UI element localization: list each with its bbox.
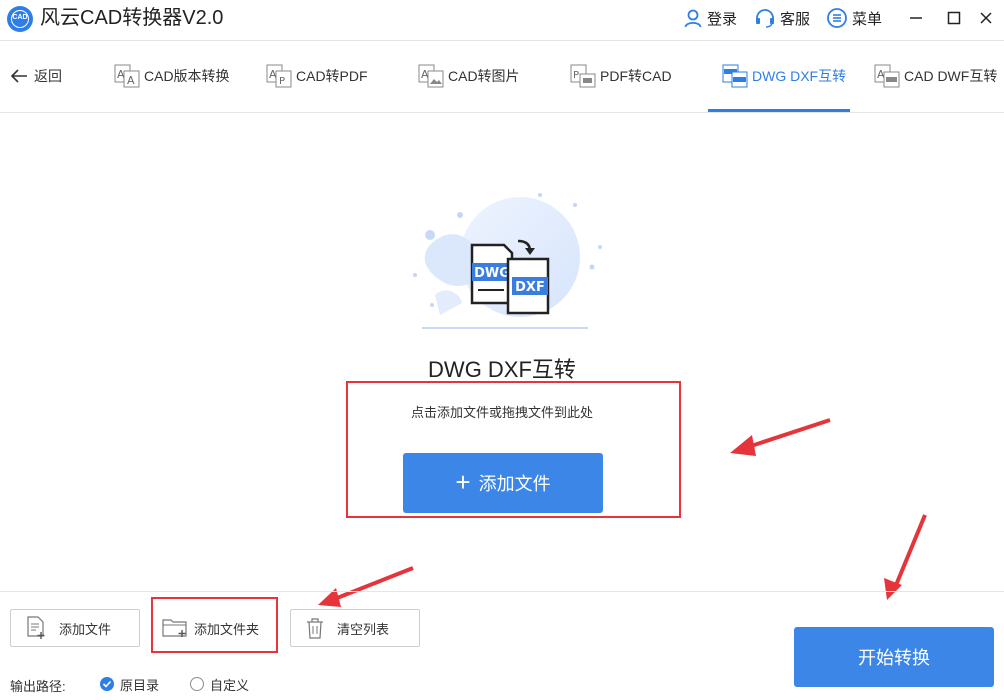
login-label: 登录 <box>707 10 738 28</box>
tab-pdf-to-cad[interactable]: P PDF转CAD <box>570 63 672 89</box>
back-button[interactable]: 返回 <box>10 65 62 87</box>
add-file-button[interactable]: 添加文件 <box>10 609 140 647</box>
pdf-convert-icon: A P <box>266 64 292 88</box>
user-icon <box>684 9 702 28</box>
radio-label: 自定义 <box>210 677 250 693</box>
arrow-icon <box>884 514 927 600</box>
radio-label: 原目录 <box>120 677 160 693</box>
radio-checked-icon <box>100 677 114 691</box>
tab-label: CAD DWF互转 <box>904 68 998 84</box>
maximize-icon <box>947 11 961 25</box>
add-file-main-label: 添加文件 <box>478 474 551 494</box>
svg-text:P: P <box>573 70 579 81</box>
image-convert-icon: A <box>418 64 444 88</box>
font-convert-icon: A A <box>114 64 140 88</box>
menu-icon <box>827 8 847 28</box>
start-convert-button[interactable]: 开始转换 <box>794 627 994 687</box>
radio-original-dir[interactable]: 原目录 <box>100 676 160 693</box>
file-convert-illustration: DWG DXF <box>413 193 602 329</box>
menu-button[interactable]: 菜单 <box>826 6 882 30</box>
add-folder-label: 添加文件夹 <box>194 621 260 637</box>
add-file-icon <box>27 616 45 639</box>
maximize-button[interactable] <box>942 6 966 30</box>
pdf-to-cad-icon: P <box>570 64 596 88</box>
tab-cad-to-pdf[interactable]: A P CAD转PDF <box>266 63 368 89</box>
login-button[interactable]: 登录 <box>683 6 737 30</box>
output-path-label: 输出路径: <box>10 679 66 694</box>
tab-dwg-dxf[interactable]: DWG DXF互转 <box>722 63 846 89</box>
bottom-divider <box>0 591 1004 592</box>
tab-label: CAD转PDF <box>296 68 368 84</box>
tab-cad-dwf[interactable]: A CAD DWF互转 <box>874 63 997 89</box>
dxf-badge: DXF <box>515 280 545 295</box>
tab-label: CAD转图片 <box>448 68 520 84</box>
active-tab-indicator <box>708 109 850 112</box>
arrow-icon <box>730 418 831 456</box>
main-title: DWG DXF互转 <box>428 357 576 382</box>
menu-label: 菜单 <box>852 10 883 28</box>
tab-bar: 返回 A A CAD版本转换 A P CAD转PDF A CAD转图片 P PD… <box>0 41 1004 113</box>
service-label: 客服 <box>780 10 811 28</box>
trash-icon <box>307 618 323 639</box>
title-bar: CAD 风云CAD转换器V2.0 登录 客服 菜单 <box>0 0 1004 41</box>
tab-cad-to-image[interactable]: A CAD转图片 <box>418 63 520 89</box>
headset-icon <box>756 9 774 28</box>
radio-unchecked-icon <box>190 677 204 691</box>
minimize-icon <box>910 17 922 19</box>
dwg-badge: DWG <box>474 266 510 281</box>
tab-label: DWG DXF互转 <box>752 68 847 84</box>
add-folder-icon <box>162 619 187 637</box>
add-file-main-button[interactable]: + 添加文件 <box>403 453 603 513</box>
app-logo: CAD <box>7 6 33 32</box>
dwf-convert-icon: A <box>874 64 900 88</box>
tab-cad-version[interactable]: A A CAD版本转换 <box>114 63 230 89</box>
add-folder-button[interactable]: 添加文件夹 <box>153 609 276 647</box>
arrow-left-icon <box>10 69 27 83</box>
clear-list-button[interactable]: 清空列表 <box>290 609 420 647</box>
app-title: 风云CAD转换器V2.0 <box>40 7 224 29</box>
drop-hint: 点击添加文件或拖拽文件到此处 <box>410 405 593 420</box>
tab-label: CAD版本转换 <box>144 68 230 84</box>
tab-label: PDF转CAD <box>600 68 672 84</box>
close-button[interactable] <box>974 6 998 30</box>
arrow-icon <box>318 566 414 607</box>
close-icon <box>980 12 992 24</box>
minimize-button[interactable] <box>904 6 928 30</box>
dwg-dxf-icon <box>722 64 748 88</box>
svg-text:P: P <box>279 76 285 87</box>
radio-custom-dir[interactable]: 自定义 <box>190 676 250 693</box>
svg-text:A: A <box>127 74 135 87</box>
add-file-label: 添加文件 <box>59 621 112 637</box>
service-button[interactable]: 客服 <box>754 6 810 30</box>
plus-icon: + <box>455 466 471 497</box>
clear-list-label: 清空列表 <box>337 621 390 637</box>
back-label: 返回 <box>34 68 62 84</box>
